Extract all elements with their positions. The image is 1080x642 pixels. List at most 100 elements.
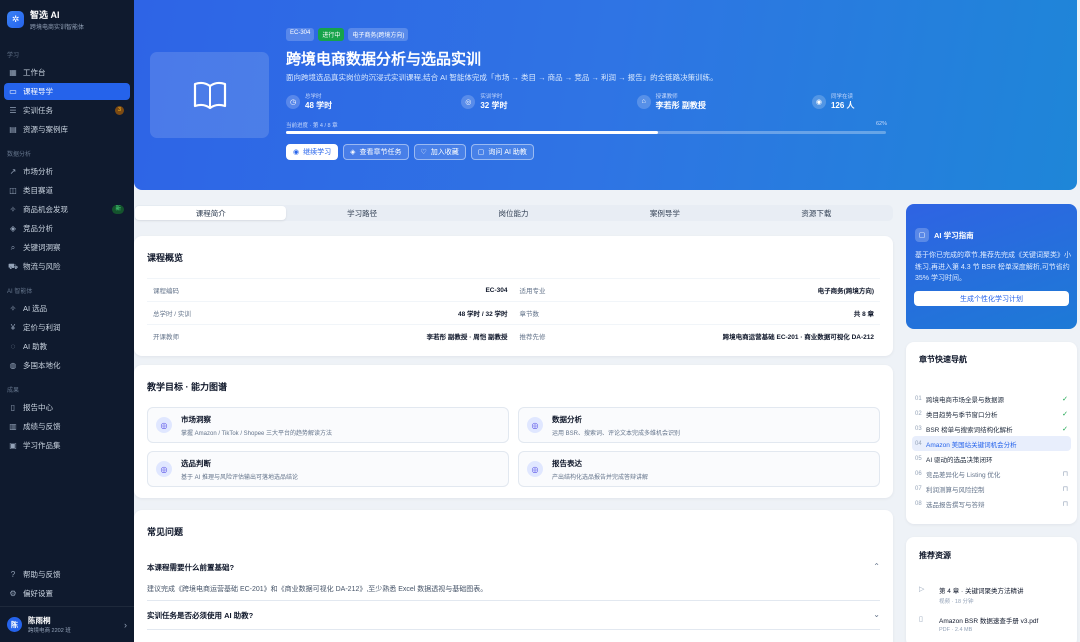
generate-plan-button[interactable]: 生成个性化学习计划 [914, 291, 1069, 306]
field-value: 跨境电商运营基础 EC-201 · 商业数据可视化 DA-212 [722, 334, 874, 341]
globe-icon: ◍ [9, 361, 17, 370]
nav-section-ai: AI 智能体 ✧ AI 选品 ¥ 定价与利润 ◌ AI 助教 ◍ 多国本地化 [0, 277, 134, 374]
sidebar-item-label: 偏好设置 [23, 589, 53, 598]
continue-learning-button[interactable]: ◉ 继续学习 [286, 144, 339, 160]
sidebar-item-keyword-insight[interactable]: ⌕ 关键词洞察 [4, 239, 130, 256]
sparkle-icon: ✧ [9, 205, 17, 214]
faq-question: 本课程需要什么前置基础? [147, 563, 235, 572]
user-class: 跨境电商 2202 班 [28, 628, 71, 634]
chapter-item-current[interactable]: 04 Amazon 美国站关键词机会分析 [912, 436, 1071, 451]
button-label: 询问 AI 助教 [488, 149, 527, 156]
sidebar-item-localization[interactable]: ◍ 多国本地化 [4, 357, 130, 374]
chapter-item[interactable]: 02 类目趋势与季节窗口分析 ✓ [912, 406, 1071, 421]
stat-label: 同学在读 [830, 94, 853, 100]
faq-card: 常见问题 本课程需要什么前置基础? 建议完成《跨境电商运营基础 EC-201》和… [134, 510, 893, 642]
goal-desc: 掌握 Amazon / TikTok / Shopee 三大平台的趋势解读方法 [181, 430, 333, 437]
sidebar-item-label: 定价与利润 [23, 323, 61, 332]
chevron-up-icon: ⌃ [873, 562, 880, 571]
sidebar-item-course-guide[interactable]: ▭ 课程导学 [4, 83, 130, 100]
chapter-title: 选品报告撰写与答辩 [926, 501, 985, 509]
ai-guide-title: AI 学习指南 [934, 230, 974, 240]
sidebar-item-ai-selection[interactable]: ✧ AI 选品 [4, 300, 130, 317]
view-chapter-tasks-button[interactable]: ◈ 查看章节任务 [343, 144, 409, 160]
chapter-nav-card: 章节快速导航 01 跨境电商市场全景与数据源 ✓ 02 类目趋势与季节窗口分析 ✓ 03… [906, 342, 1077, 524]
stat-label: 总学时 [305, 94, 322, 100]
sidebar-item-ai-assistant[interactable]: ◌ AI 助教 [4, 338, 130, 355]
sidebar-item-logistics-risk[interactable]: ⛟ 物流与风险 [4, 258, 130, 275]
chapter-number: 05 [915, 455, 922, 462]
gear-icon: ⚙ [9, 589, 17, 598]
faq-item[interactable]: 实训任务是否必须使用 AI 助教? ⌄ [147, 610, 880, 630]
sidebar-item-product-opportunity[interactable]: ✧ 商品机会发现 新 [4, 201, 130, 218]
sidebar-item-grades-feedback[interactable]: ▥ 成绩与反馈 [4, 418, 130, 435]
check-circle-icon: ✓ [1062, 425, 1068, 433]
sidebar-item-category-track[interactable]: ◫ 类目赛道 [4, 182, 130, 199]
sidebar-item-portfolio[interactable]: ▣ 学习作品集 [4, 437, 130, 454]
tab-case-guide[interactable]: 案例导学 [589, 206, 740, 220]
file-icon: ▯ [919, 616, 923, 623]
sidebar-item-pricing-profit[interactable]: ¥ 定价与利润 [4, 319, 130, 336]
lock-icon: ⊓ [1062, 470, 1068, 478]
sidebar-item-report-center[interactable]: ▯ 报告中心 [4, 399, 130, 416]
chapter-item-locked[interactable]: 08 选品报告撰写与答辩 ⊓ [912, 496, 1071, 511]
users-icon: ◉ [811, 94, 826, 109]
ask-ai-assistant-button[interactable]: ▢ 询问 AI 助教 [470, 144, 534, 160]
hero-actions: ◉ 继续学习 ◈ 查看章节任务 ♡ 加入收藏 ▢ 询问 AI 助教 [286, 144, 534, 160]
grid-icon: ▦ [9, 68, 17, 77]
teaching-goals-card: 教学目标 · 能力图谱 ◎ 市场洞察 掌握 Amazon / TikTok / Sh… [134, 365, 893, 498]
chapter-title: 竞品差异化与 Listing 优化 [926, 471, 1001, 479]
chapter-title: Amazon 美国站关键词机会分析 [926, 441, 1017, 449]
course-description: 面向跨境选品真实岗位的沉浸式实训课程,结合 AI 智能体完成「市场 → 类目 →… [286, 73, 718, 82]
chapter-title: 跨境电商市场全景与数据源 [926, 396, 1004, 404]
chapter-item-locked[interactable]: 06 竞品差异化与 Listing 优化 ⊓ [912, 466, 1071, 481]
table-row: 开课教师 李若彤 副教授 · 周恺 副教授 推荐先修 跨境电商运营基础 EC-201… [147, 324, 880, 347]
resource-meta: 视频 · 18 分钟 [939, 599, 974, 605]
field-value: 电子商务(跨境方向) [817, 288, 874, 295]
tab-intro[interactable]: 课程简介 [135, 206, 287, 220]
sidebar-item-preferences[interactable]: ⚙ 偏好设置 [4, 585, 130, 602]
chat-icon: ◌ [10, 342, 16, 351]
chapter-item-locked[interactable]: 07 利润测算与风险控制 ⊓ [912, 481, 1071, 496]
stat-practice-hours: ◎ 实训学时 32 学时 [461, 92, 636, 111]
sidebar-item-practice-tasks[interactable]: ☰ 实训任务 3 [4, 102, 130, 119]
major-tag: 电子商务(跨境方向) [348, 28, 409, 41]
check-circle-icon: ✓ [1062, 395, 1068, 403]
sparkle-icon: ✧ [9, 304, 17, 313]
add-favorite-button[interactable]: ♡ 加入收藏 [413, 144, 466, 160]
goal-item-selection-judgment[interactable]: ◎ 选品判断 基于 AI 推理与风险评估输出可落地选品结论 [147, 451, 509, 487]
doc-icon: ▯ [10, 403, 16, 412]
field-label: 总学时 / 实训 [153, 311, 191, 318]
course-tabs: 课程简介 学习路径 岗位能力 案例导学 资源下载 [134, 205, 893, 221]
user-profile[interactable]: 陈 陈雨桐 跨境电商 2202 班 › [0, 606, 134, 642]
chapter-item[interactable]: 05 AI 驱动的选品决策闭环 [912, 451, 1071, 466]
field-value: 李若彤 副教授 · 周恺 副教授 [426, 334, 508, 341]
robot-icon: ▢ [915, 228, 929, 242]
target-icon: ◎ [527, 417, 543, 433]
sidebar-item-label: 市场分析 [23, 167, 53, 176]
goal-item-data-analysis[interactable]: ◎ 数据分析 运用 BSR、搜索词、评论文本完成多维机会识别 [518, 407, 880, 443]
sidebar-item-resource-library[interactable]: ▤ 资源与案例库 [4, 121, 130, 138]
chapter-item[interactable]: 01 跨境电商市场全景与数据源 ✓ [912, 391, 1071, 406]
field-label: 章节数 [519, 311, 540, 318]
stat-label: 授课教师 [655, 94, 678, 100]
chapter-item[interactable]: 03 BSR 榜单与搜索词结构化解析 ✓ [912, 421, 1071, 436]
faq-item[interactable]: 本课程需要什么前置基础? 建议完成《跨境电商运营基础 EC-201》和《商业数据… [147, 562, 880, 601]
stat-students: ◉ 同学在读 126 人 [811, 92, 892, 111]
tab-downloads[interactable]: 资源下载 [741, 206, 892, 220]
sidebar-item-market-analysis[interactable]: ↗ 市场分析 [4, 163, 130, 180]
tab-job-skills[interactable]: 岗位能力 [438, 206, 589, 220]
target-icon: ◎ [461, 94, 476, 109]
goal-desc: 运用 BSR、搜索词、评论文本完成多维机会识别 [552, 430, 681, 437]
video-icon: ▷ [919, 586, 925, 593]
sidebar-item-competitor-analysis[interactable]: ◈ 竞品分析 [4, 220, 130, 237]
resource-item[interactable]: ▷ 第 4 章 · 关键词聚类方法精讲 视频 · 18 分钟 [919, 585, 1024, 605]
goal-item-market-insight[interactable]: ◎ 市场洞察 掌握 Amazon / TikTok / Shopee 三大平台的趋势… [147, 407, 509, 443]
sidebar: ✲ 智选 AI 跨境电商实训智能体 学习 ▦ 工作台 ▭ 课程导学 ☰ 实训任务 3 ▤… [0, 0, 134, 642]
resource-item[interactable]: ▯ Amazon BSR 数据速查手册 v3.pdf PDF · 2.4 MB [919, 615, 1038, 633]
sidebar-item-help[interactable]: ? 帮助与反馈 [4, 566, 130, 583]
course-thumbnail [150, 52, 269, 138]
tab-learning-path[interactable]: 学习路径 [286, 206, 437, 220]
brand: ✲ 智选 AI 跨境电商实训智能体 [0, 0, 134, 41]
sidebar-item-workbench[interactable]: ▦ 工作台 [4, 64, 130, 81]
goal-item-report-expression[interactable]: ◎ 报告表达 产出结构化选品报告并完成答辩讲解 [518, 451, 880, 487]
